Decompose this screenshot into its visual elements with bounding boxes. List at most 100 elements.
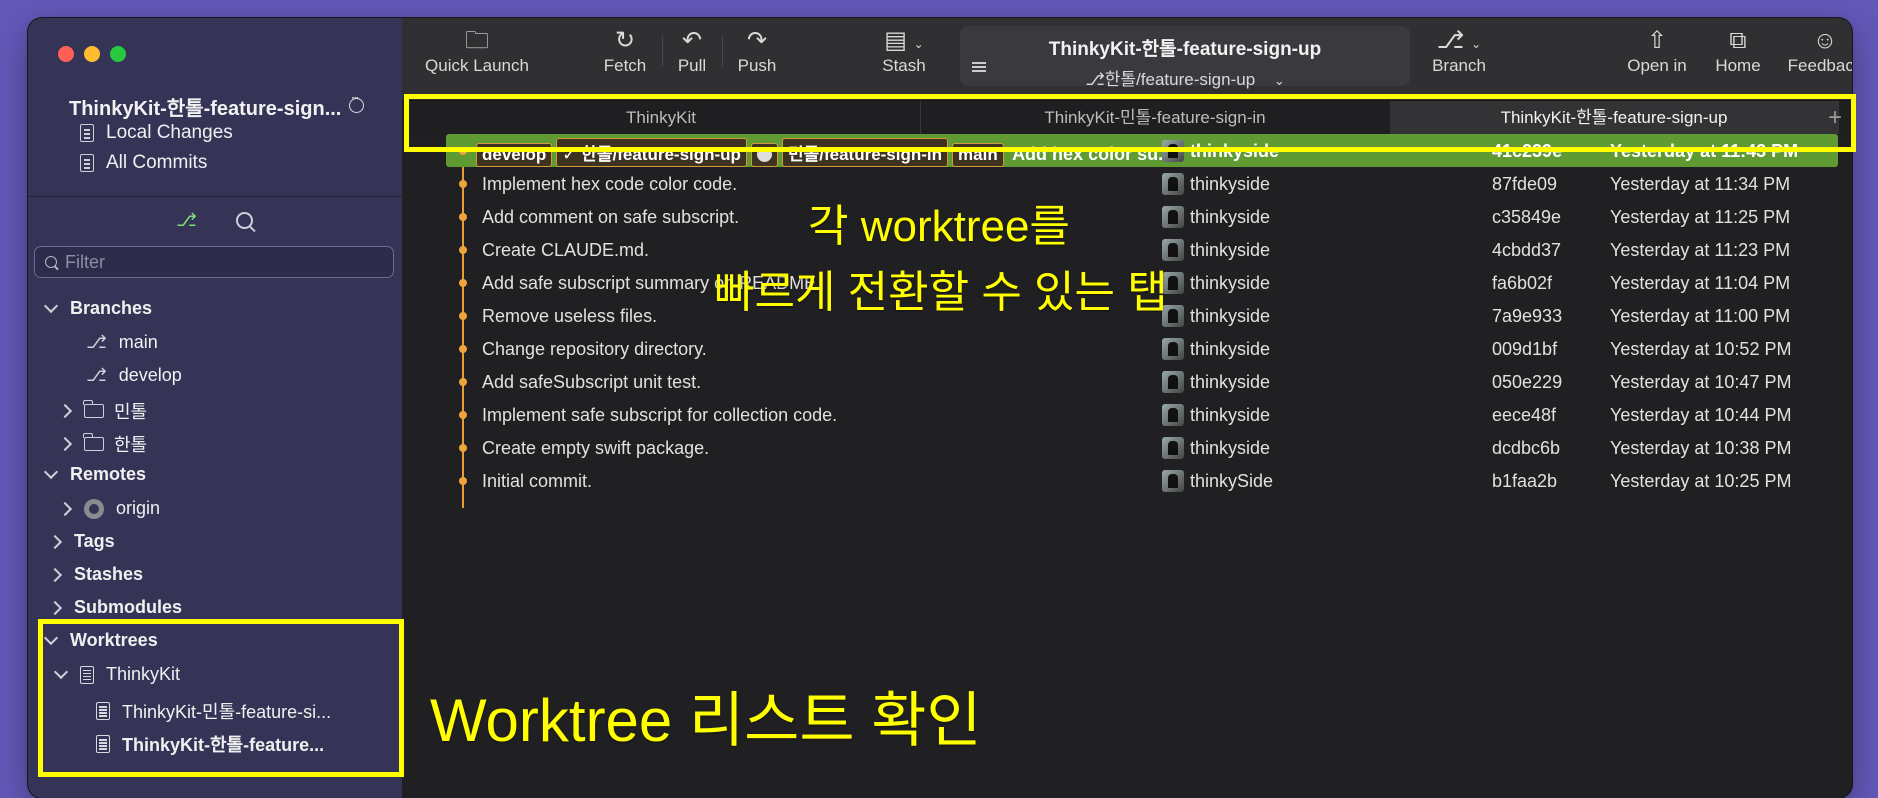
author-label: thinkySide xyxy=(1190,471,1274,491)
chevron-right-icon[interactable] xyxy=(57,403,73,419)
add-tab-button[interactable]: + xyxy=(1828,104,1842,132)
commit-author: thinkyside xyxy=(1162,337,1270,360)
branch-label: main xyxy=(118,332,158,352)
commit-sha: dcdbc6b xyxy=(1492,438,1561,458)
commit-date: Yesterday at 11:25 PM xyxy=(1610,207,1791,227)
share-icon: ⇧ xyxy=(1646,27,1668,54)
branch-button[interactable]: ⎇ ⌄ Branch xyxy=(1424,26,1494,76)
more-options-icon[interactable] xyxy=(349,93,365,113)
zoom-window-button[interactable] xyxy=(110,46,126,62)
tab-thinkykit-hantol[interactable]: ThinkyKit-한톨-feature-sign-up xyxy=(1390,101,1839,135)
commit-dot xyxy=(459,246,467,254)
repository-selector[interactable]: ThinkyKit-한톨-feature-sign-up ⎇한톨/feature… xyxy=(960,26,1410,89)
pull-button[interactable]: ↶ Pull xyxy=(672,26,712,76)
push-button[interactable]: ↷ Push xyxy=(732,26,782,76)
nav-all-commits[interactable]: All Commits xyxy=(80,152,207,174)
commit-sha: 050e229 xyxy=(1492,372,1563,392)
open-in-button[interactable]: ⇧ Open in xyxy=(1622,26,1692,76)
commit-row[interactable]: Change repository directory. thinkyside … xyxy=(402,332,1852,365)
author-label: thinkyside xyxy=(1190,405,1271,425)
toolbar: 🗀 Quick Launch ↻ Fetch ↶ Pull ↷ Push ▤ ⌄… xyxy=(402,18,1852,100)
ref-badge-current-branch[interactable]: ✓ 한톨/feature-sign-up xyxy=(556,138,747,167)
commit-row[interactable]: Create empty swift package. thinkyside d… xyxy=(402,431,1852,464)
branch-folder-hantol[interactable]: 한톨 xyxy=(57,431,147,457)
tab-thinkykit[interactable]: ThinkyKit xyxy=(402,101,921,135)
feedback-button[interactable]: ☺ Feedback xyxy=(1782,26,1852,76)
branch-item-main[interactable]: ⎇ main xyxy=(86,332,158,353)
branch-item-develop[interactable]: ⎇ develop xyxy=(86,365,182,386)
chevron-right-icon[interactable] xyxy=(57,436,73,452)
nav-local-changes[interactable]: Local Changes xyxy=(80,122,233,144)
worktree-item-current[interactable]: ThinkyKit-한톨-feature... xyxy=(96,731,324,757)
repository-title[interactable]: ThinkyKit-한톨-feature-sign... xyxy=(69,92,369,121)
commit-row[interactable]: Add comment on safe subscript. thinkysid… xyxy=(402,200,1852,233)
commit-sha: 009d1bf xyxy=(1492,339,1558,359)
fetch-label: Fetch xyxy=(603,56,647,75)
commit-row[interactable]: Implement safe subscript for collection … xyxy=(402,398,1852,431)
commit-row-selected[interactable]: develop ✓ 한톨/feature-sign-up 민톨/feature-si… xyxy=(446,134,1838,167)
worktree-icon xyxy=(96,702,110,720)
branches-mode-icon[interactable]: ⎇ xyxy=(176,210,197,231)
commit-author: thinkyside xyxy=(1162,172,1271,195)
author-label: thinkyside xyxy=(1190,174,1271,194)
ref-badge-main[interactable]: main xyxy=(952,143,1004,167)
commit-row[interactable]: Add safeSubscript unit test. thinkyside … xyxy=(402,365,1852,398)
commit-author: thinkyside xyxy=(1162,238,1271,261)
avatar xyxy=(1162,436,1184,459)
chevron-down-icon xyxy=(43,464,59,480)
author-label: thinkyside xyxy=(1190,240,1271,260)
author-label: thinkyside xyxy=(1190,438,1271,458)
commit-dot xyxy=(459,279,467,287)
pull-icon: ↶ xyxy=(681,27,703,54)
chevron-down-icon[interactable] xyxy=(53,664,69,680)
search-mode-icon[interactable] xyxy=(236,212,253,229)
close-window-button[interactable] xyxy=(58,46,74,62)
worktree-root-item[interactable]: ThinkyKit xyxy=(53,664,180,685)
avatar xyxy=(1162,172,1184,195)
ref-badge-develop[interactable]: develop xyxy=(476,143,553,167)
quick-launch-button[interactable]: 🗀 Quick Launch xyxy=(422,26,532,76)
home-button[interactable]: ⧉ Home xyxy=(1708,26,1768,76)
ref-badge-mintol[interactable]: 민톨/feature-sign-in xyxy=(781,138,949,167)
branch-folder-mintol[interactable]: 민톨 xyxy=(57,398,148,424)
minimize-window-button[interactable] xyxy=(84,46,100,62)
stash-button[interactable]: ▤ ⌄ Stash xyxy=(874,26,934,76)
commit-date: Yesterday at 11:04 PM xyxy=(1610,273,1791,293)
branch-icon: ⎇ xyxy=(86,332,107,352)
commit-message: Change repository directory. xyxy=(482,339,707,359)
push-label: Push xyxy=(737,56,777,75)
section-submodules-label: Submodules xyxy=(74,597,183,617)
section-stashes[interactable]: Stashes xyxy=(47,564,143,585)
github-icon xyxy=(756,147,772,162)
github-ref-icon[interactable] xyxy=(750,143,778,167)
current-branch-label: 한톨/feature-sign-up xyxy=(1104,70,1256,89)
fetch-button[interactable]: ↻ Fetch xyxy=(600,26,650,76)
section-worktrees[interactable]: Worktrees xyxy=(43,630,158,651)
section-submodules[interactable]: Submodules xyxy=(47,597,183,618)
folder-icon xyxy=(83,400,104,418)
commit-dot xyxy=(459,411,467,419)
tab-thinkykit-mintol[interactable]: ThinkyKit-민톨-feature-sign-in xyxy=(920,101,1391,135)
commit-dot xyxy=(459,378,467,386)
filter-input[interactable]: Filter xyxy=(34,246,394,278)
commit-row[interactable]: Implement hex code color code. thinkysid… xyxy=(402,167,1852,200)
section-remotes[interactable]: Remotes xyxy=(43,464,146,485)
commit-author: thinkyside xyxy=(1162,403,1271,426)
branch-folder-label: 민톨 xyxy=(114,402,148,422)
chevron-down-icon[interactable]: ⌄ xyxy=(1471,37,1481,51)
commit-date: Yesterday at 11:00 PM xyxy=(1610,306,1791,326)
section-tags[interactable]: Tags xyxy=(47,531,115,552)
remote-item-origin[interactable]: origin xyxy=(57,498,160,519)
current-branch-selector[interactable]: ⎇한톨/feature-sign-up ⌄ xyxy=(960,65,1410,90)
commit-row[interactable]: Initial commit. thinkySide b1faa2b Yeste… xyxy=(402,464,1852,497)
chevron-right-icon[interactable] xyxy=(57,501,73,516)
avatar xyxy=(1162,337,1184,360)
sidebar-divider xyxy=(28,196,402,197)
commit-author: thinkySide xyxy=(1162,469,1274,492)
commit-date: Yesterday at 10:52 PM xyxy=(1610,339,1792,359)
commit-sha: 41c239e xyxy=(1492,141,1563,161)
chevron-down-icon: ⌄ xyxy=(1273,73,1285,88)
chevron-down-icon[interactable]: ⌄ xyxy=(914,37,924,51)
worktree-item[interactable]: ThinkyKit-민톨-feature-si... xyxy=(96,698,331,724)
section-branches[interactable]: Branches xyxy=(43,298,152,319)
